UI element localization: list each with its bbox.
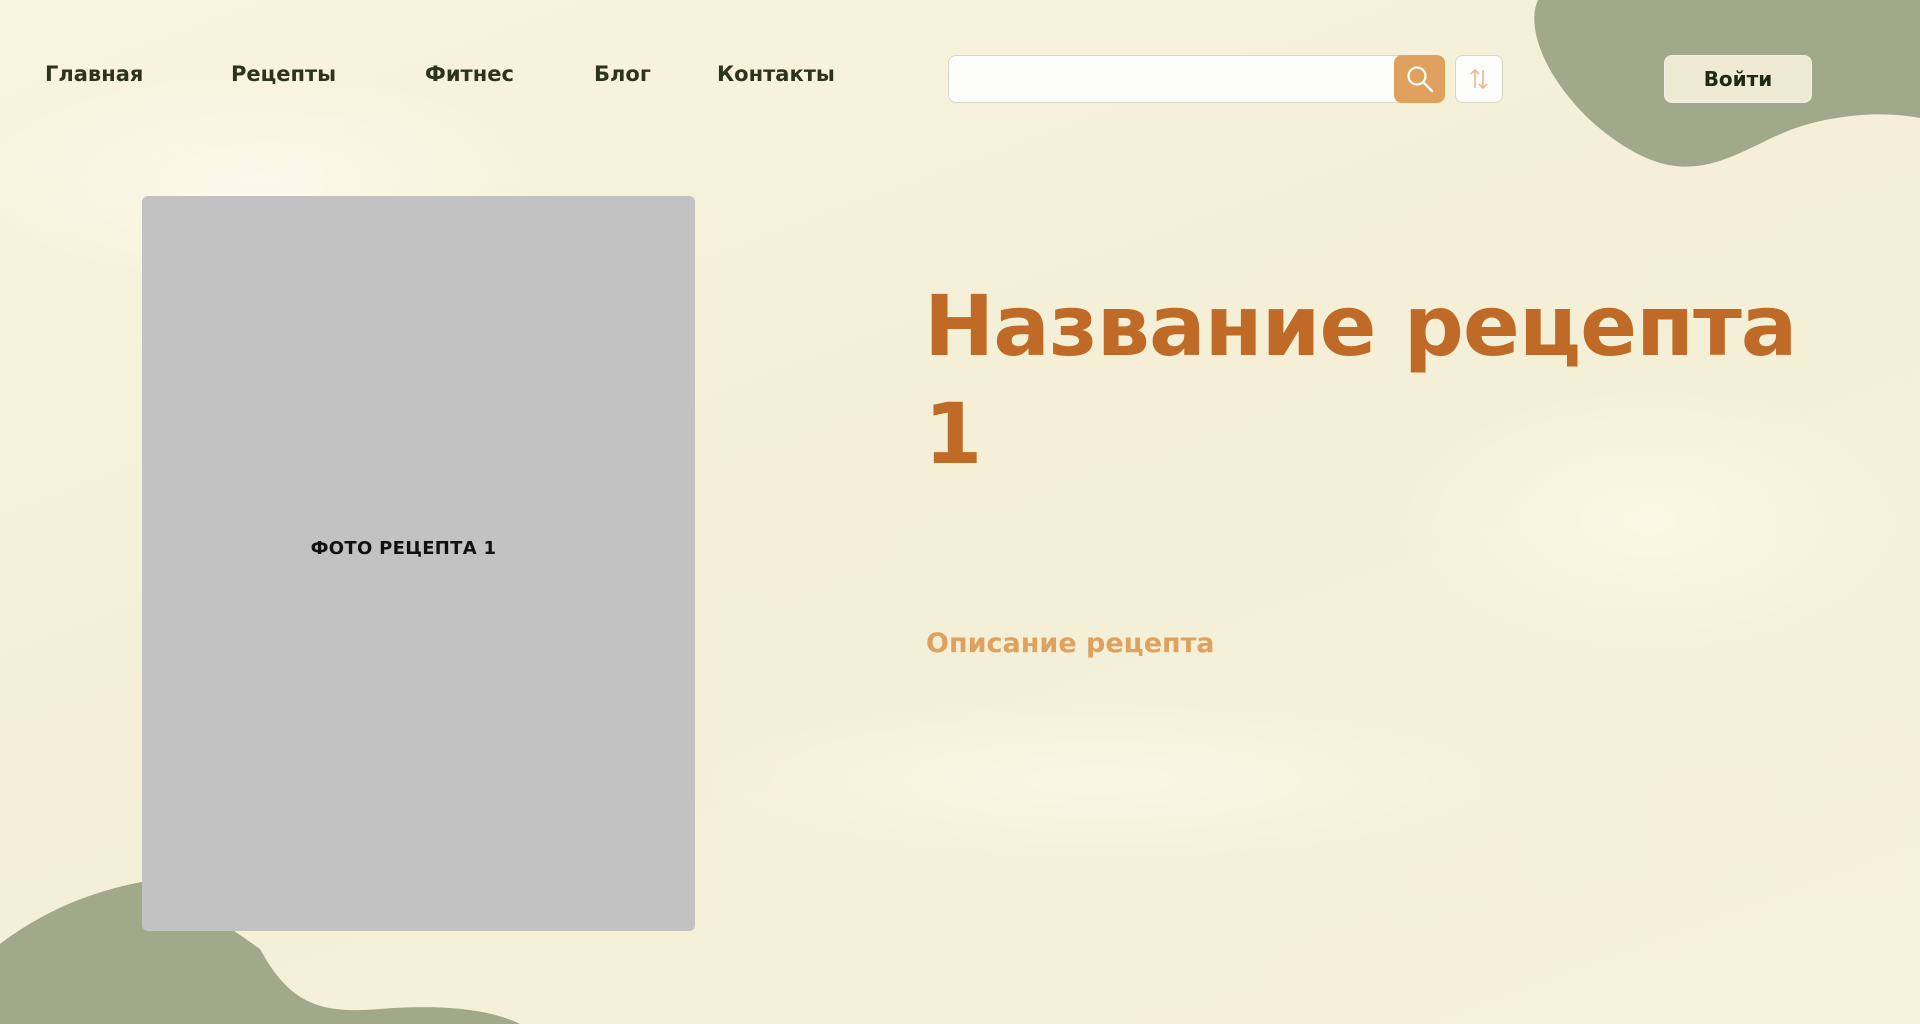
nav-item-home[interactable]: Главная: [45, 62, 143, 86]
recipe-title: Название рецепта 1: [924, 277, 1797, 483]
search-button[interactable]: [1394, 55, 1445, 103]
search-input[interactable]: [959, 56, 1383, 104]
nav-item-fitness[interactable]: Фитнес: [425, 62, 514, 86]
login-button[interactable]: Войти: [1664, 55, 1812, 103]
search-box: [948, 55, 1444, 104]
sort-arrows-icon: [1470, 68, 1488, 90]
recipe-description: Описание рецепта: [926, 628, 1215, 659]
nav-item-recipes[interactable]: Рецепты: [231, 62, 336, 86]
sort-button[interactable]: [1455, 55, 1503, 103]
recipe-photo-placeholder: ФОТО РЕЦЕПТА 1: [142, 196, 695, 931]
nav-item-blog[interactable]: Блог: [594, 62, 651, 86]
nav-item-contacts[interactable]: Контакты: [717, 62, 835, 86]
search-icon: [1406, 66, 1433, 93]
recipe-photo-label: ФОТО РЕЦЕПТА 1: [310, 538, 497, 559]
main-nav: Главная Рецепты Фитнес Блог Контакты: [0, 62, 900, 92]
